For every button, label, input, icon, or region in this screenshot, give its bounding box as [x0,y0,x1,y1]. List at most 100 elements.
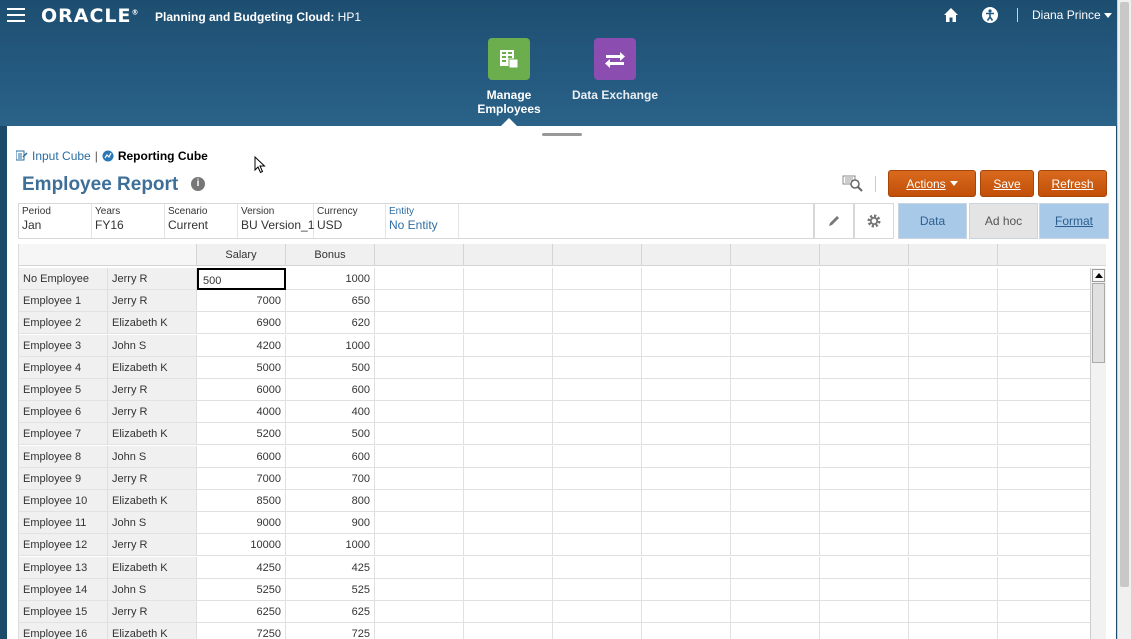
bonus-cell[interactable]: 1000 [286,268,375,290]
empty-cell[interactable] [820,534,909,557]
mode-adhoc-button[interactable]: Ad hoc [969,203,1038,239]
empty-cell[interactable] [464,445,553,468]
empty-cell[interactable] [375,512,464,535]
empty-cell[interactable] [642,556,731,579]
empty-cell[interactable] [375,623,464,639]
empty-cell[interactable] [375,578,464,601]
edit-pencil-icon[interactable] [814,203,854,239]
empty-cell[interactable] [553,334,642,357]
salary-cell[interactable]: 4200 [197,334,286,357]
empty-cell[interactable] [464,290,553,313]
salary-cell[interactable]: 7000 [197,467,286,490]
empty-cell[interactable] [642,290,731,313]
user-menu[interactable]: Diana Prince [1032,8,1112,22]
empty-cell[interactable] [731,534,820,557]
bonus-cell[interactable]: 1000 [286,534,375,557]
salary-cell[interactable]: 9000 [197,512,286,535]
empty-cell[interactable] [375,467,464,490]
breadcrumb-input-cube[interactable]: Input Cube [32,149,91,163]
empty-cell[interactable] [464,423,553,446]
empty-cell[interactable] [642,268,731,290]
empty-cell[interactable] [909,312,998,335]
info-icon[interactable]: i [191,177,205,191]
empty-cell[interactable] [731,423,820,446]
pov-entity[interactable]: Entity No Entity [386,204,459,238]
empty-cell[interactable] [553,401,642,424]
empty-cell[interactable] [731,401,820,424]
bonus-cell[interactable]: 800 [286,490,375,512]
mode-format-button[interactable]: Format [1039,203,1109,239]
salary-cell[interactable]: 6900 [197,312,286,335]
empty-cell[interactable] [909,268,998,290]
bonus-cell[interactable]: 900 [286,512,375,535]
nav-card-manage-employees[interactable]: Manage Employees [470,38,548,116]
empty-cell[interactable] [464,512,553,535]
salary-cell[interactable]: 4250 [197,556,286,579]
empty-cell[interactable] [375,290,464,313]
empty-cell[interactable] [375,445,464,468]
salary-cell[interactable]: 6000 [197,445,286,468]
settings-gear-icon[interactable] [854,203,894,239]
bonus-cell[interactable]: 650 [286,290,375,313]
empty-cell[interactable] [820,312,909,335]
empty-cell[interactable] [464,268,553,290]
empty-cell[interactable] [909,578,998,601]
empty-cell[interactable] [731,312,820,335]
empty-cell[interactable] [553,423,642,446]
empty-cell[interactable] [820,578,909,601]
empty-cell[interactable] [731,268,820,290]
empty-cell[interactable] [375,379,464,401]
bonus-cell[interactable]: 625 [286,601,375,623]
breadcrumb-reporting-cube[interactable]: Reporting Cube [118,149,208,163]
empty-cell[interactable] [464,379,553,401]
empty-cell[interactable] [375,423,464,446]
empty-cell[interactable] [731,512,820,535]
empty-cell[interactable] [642,312,731,335]
empty-cell[interactable] [909,512,998,535]
empty-cell[interactable] [375,334,464,357]
bonus-cell[interactable]: 500 [286,356,375,379]
empty-cell[interactable] [820,379,909,401]
salary-cell[interactable]: 7250 [197,623,286,639]
empty-cell[interactable] [909,534,998,557]
empty-cell[interactable] [909,379,998,401]
empty-cell[interactable] [642,578,731,601]
salary-cell[interactable]: 6250 [197,601,286,623]
empty-cell[interactable] [909,556,998,579]
empty-cell[interactable] [642,445,731,468]
empty-cell[interactable] [553,534,642,557]
empty-cell[interactable] [553,490,642,512]
empty-cell[interactable] [731,290,820,313]
empty-cell[interactable] [909,401,998,424]
empty-cell[interactable] [375,356,464,379]
empty-cell[interactable] [375,534,464,557]
mode-data-button[interactable]: Data [898,203,967,239]
empty-cell[interactable] [464,356,553,379]
empty-cell[interactable] [820,556,909,579]
empty-cell[interactable] [464,534,553,557]
empty-cell[interactable] [464,401,553,424]
window-scrollbar[interactable] [1117,0,1131,639]
empty-cell[interactable] [464,556,553,579]
empty-cell[interactable] [820,356,909,379]
empty-cell[interactable] [909,490,998,512]
empty-cell[interactable] [731,556,820,579]
window-scrollbar-thumb[interactable] [1120,2,1129,587]
salary-cell[interactable]: 5000 [197,356,286,379]
bonus-cell[interactable]: 1000 [286,334,375,357]
home-icon[interactable] [942,6,960,24]
empty-cell[interactable] [642,467,731,490]
accessibility-icon[interactable] [981,6,999,24]
empty-cell[interactable] [909,601,998,623]
salary-cell[interactable]: 8500 [197,490,286,512]
bonus-cell[interactable]: 500 [286,423,375,446]
salary-cell[interactable]: 7000 [197,290,286,313]
pov-years[interactable]: Years FY16 [92,204,165,238]
bonus-cell[interactable]: 620 [286,312,375,335]
empty-cell[interactable] [820,423,909,446]
empty-cell[interactable] [909,356,998,379]
empty-cell[interactable] [642,534,731,557]
empty-cell[interactable] [553,268,642,290]
empty-cell[interactable] [553,312,642,335]
empty-cell[interactable] [820,601,909,623]
